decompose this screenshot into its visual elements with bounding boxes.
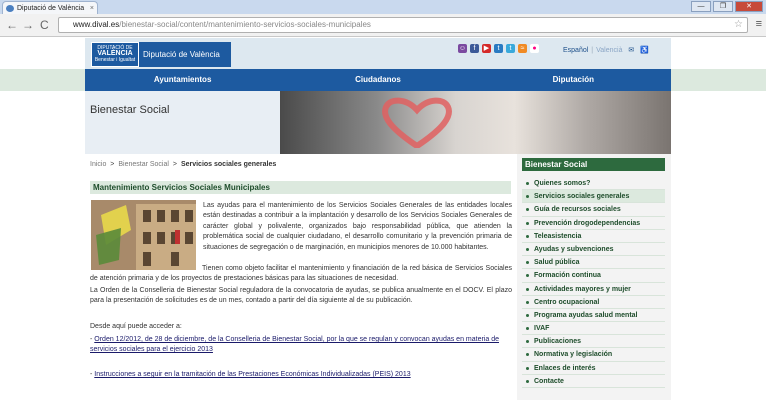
sidebar-item-teleasistencia[interactable]: Teleasistencia xyxy=(522,230,665,243)
forward-icon[interactable]: → xyxy=(22,18,34,32)
building-photo xyxy=(91,200,196,270)
breadcrumb: Inicio > Bienestar Social > Servicios so… xyxy=(90,161,276,168)
tuenti-icon[interactable]: t xyxy=(494,44,503,53)
sidebar-title: Bienestar Social xyxy=(522,158,665,171)
building-illustration xyxy=(91,200,196,270)
site-title[interactable]: Diputació de València xyxy=(139,42,231,67)
paragraph-2: Tienen como objeto facilitar el mantenim… xyxy=(90,265,512,283)
sidebar-item-quienes-somos[interactable]: Quienes somos? xyxy=(522,177,665,191)
sidebar-item-formacion[interactable]: Formación continua xyxy=(522,269,665,283)
sidebar-item-contacte[interactable]: Contacte xyxy=(522,375,665,388)
sidebar-item-publicaciones[interactable]: Publicaciones xyxy=(522,335,665,349)
nav-ciudadanos[interactable]: Ciudadanos xyxy=(280,69,475,91)
nav-ayuntamientos[interactable]: Ayuntamientos xyxy=(85,69,280,91)
sidebar-item-centro-ocupacional[interactable]: Centro ocupacional xyxy=(522,296,665,309)
sidebar-menu: Quienes somos? Servicios sociales genera… xyxy=(522,177,665,388)
breadcrumb-section[interactable]: Bienestar Social xyxy=(118,161,169,168)
youtube-icon[interactable]: ▶ xyxy=(482,44,491,53)
instrucciones-peis-link[interactable]: Instrucciones a seguir en la tramitación… xyxy=(94,371,410,378)
main-nav: Ayuntamientos Ciudadanos Diputación xyxy=(85,69,671,91)
lang-va-link[interactable]: Valencià xyxy=(596,47,622,54)
sidebar-item-ayudas[interactable]: Ayudas y subvenciones xyxy=(522,243,665,257)
breadcrumb-separator: > xyxy=(172,161,177,168)
banner-image xyxy=(280,91,671,154)
breadcrumb-current: Servicios sociales generales xyxy=(180,161,277,168)
banner-title: Bienestar Social xyxy=(90,104,170,116)
nav-diputacion[interactable]: Diputación xyxy=(476,69,671,91)
language-switcher: Español | Valencià ✉ ♿ xyxy=(563,47,649,54)
url-path: /bienestar-social/content/mantenimiento-… xyxy=(119,20,371,29)
sidebar-item-prevencion[interactable]: Prevención drogodependencias xyxy=(522,217,665,230)
facebook-icon[interactable]: f xyxy=(470,44,479,53)
browser-toolbar: ← → C www.dival.es/bienestar-social/cont… xyxy=(0,14,766,37)
tab-title: Diputació de València xyxy=(17,5,85,12)
sidebar-item-guia-recursos[interactable]: Guía de recursos sociales xyxy=(522,203,665,217)
sidebar-item-enlaces[interactable]: Enlaces de interés xyxy=(522,362,665,375)
reload-icon[interactable]: C xyxy=(40,18,49,32)
accessibility-icon[interactable]: ♿ xyxy=(640,47,649,54)
flickr-icon[interactable]: ● xyxy=(530,44,539,53)
paragraph-1: Las ayudas para el mantenimiento de los … xyxy=(203,202,512,251)
page-title: Mantenimiento Servicios Sociales Municip… xyxy=(90,181,511,194)
heart-shape-icon xyxy=(382,97,452,148)
access-intro: Desde aquí puede acceder a: xyxy=(90,323,182,330)
close-window-button[interactable]: ✕ xyxy=(735,1,763,12)
favicon-icon xyxy=(6,5,14,12)
sidebar-item-normativa[interactable]: Normativa y legislación xyxy=(522,348,665,362)
minimize-button[interactable]: — xyxy=(691,1,711,12)
sidebar-item-servicios-sociales-generales[interactable]: Servicios sociales generales xyxy=(522,190,665,204)
browser-tab[interactable]: Diputació de València × xyxy=(2,1,98,14)
sidebar-item-actividades[interactable]: Actividades mayores y mujer xyxy=(522,283,665,296)
link-item-1: - Orden 12/2012, de 28 de diciembre, de … xyxy=(90,335,512,355)
address-bar[interactable]: www.dival.es/bienestar-social/content/ma… xyxy=(58,17,748,33)
browser-tab-bar: Diputació de València × — ❐ ✕ xyxy=(0,0,766,14)
sidebar-item-salud-mental[interactable]: Programa ayudas salud mental xyxy=(522,309,665,323)
window-controls: — ❐ ✕ xyxy=(691,1,763,12)
url-domain: www.dival.es xyxy=(73,20,120,29)
paragraph-3: La Orden de la Conselleria de Bienestar … xyxy=(90,287,512,305)
orden-12-2012-link[interactable]: Orden 12/2012, de 28 de diciembre, de la… xyxy=(90,336,499,353)
rss-icon[interactable]: ≈ xyxy=(518,44,527,53)
sidebar-item-salud-publica[interactable]: Salud pública xyxy=(522,256,665,270)
breadcrumb-separator: > xyxy=(110,161,115,168)
sidebar-item-ivaf[interactable]: IVAF xyxy=(522,322,665,336)
back-icon[interactable]: ← xyxy=(6,18,18,32)
link-item-2: - Instrucciones a seguir en la tramitaci… xyxy=(90,370,512,380)
social-icons: ☺ f ▶ t t ≈ ● xyxy=(458,44,539,53)
lang-es-link[interactable]: Español xyxy=(563,47,588,54)
maximize-button[interactable]: ❐ xyxy=(713,1,733,12)
mail-icon[interactable]: ✉ xyxy=(628,47,634,54)
twitter-icon[interactable]: t xyxy=(506,44,515,53)
bookmark-star-icon[interactable]: ☆ xyxy=(734,18,743,32)
people-icon[interactable]: ☺ xyxy=(458,44,467,53)
site-logo[interactable]: DIPUTACIÓ DE VALÈNCIA Benestar i Igualta… xyxy=(91,42,139,67)
breadcrumb-home[interactable]: Inicio xyxy=(90,161,106,168)
logo-sub-text: Benestar i Igualtat xyxy=(94,57,136,63)
browser-menu-icon[interactable]: ≡ xyxy=(756,18,762,30)
